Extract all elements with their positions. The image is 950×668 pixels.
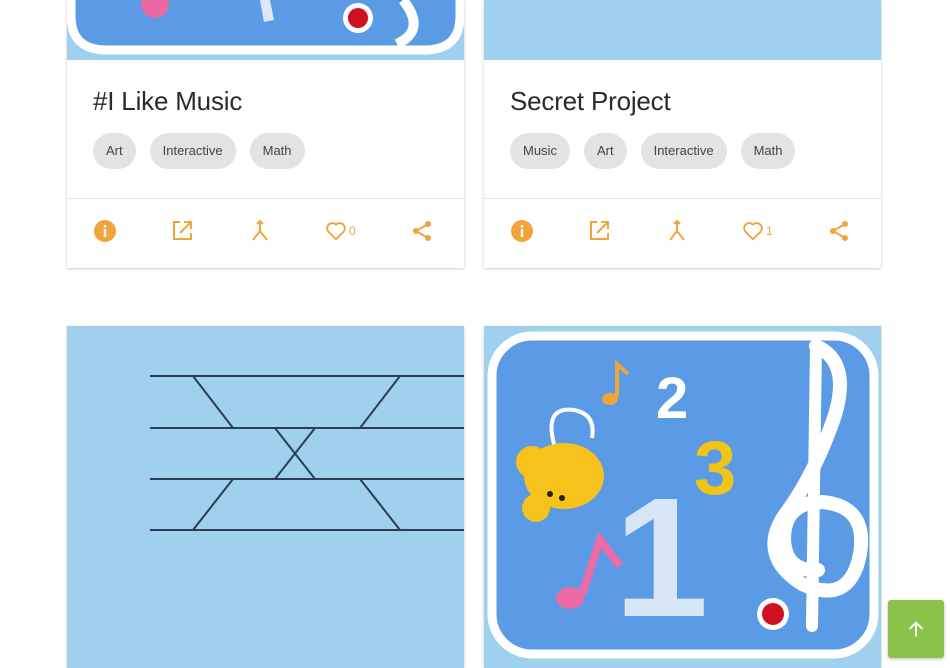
card-divider (67, 198, 464, 199)
share-icon (830, 221, 848, 241)
info-button[interactable] (510, 214, 534, 248)
share-button[interactable] (828, 214, 850, 248)
tag-list: Art Interactive Math (93, 133, 305, 169)
arrow-up-icon (908, 621, 924, 637)
project-card: Secret Project Music Art Interactive Mat… (484, 0, 881, 268)
thumbnail-number: 2 (656, 366, 688, 431)
tag-list: Music Art Interactive Math (510, 133, 796, 169)
project-title[interactable]: #I Like Music (93, 86, 242, 117)
tag-chip[interactable]: Art (93, 133, 136, 169)
open-project-button[interactable] (587, 214, 611, 248)
heart-icon (743, 222, 763, 241)
remix-button[interactable] (249, 214, 271, 248)
tag-chip[interactable]: Interactive (640, 133, 727, 169)
project-thumbnail[interactable] (67, 0, 464, 60)
open-external-icon (590, 221, 609, 240)
remix-icon (669, 219, 685, 241)
project-thumbnail[interactable] (484, 0, 881, 60)
like-button[interactable]: 0 (325, 214, 356, 248)
info-button[interactable] (93, 214, 117, 248)
card-actions: 0 (67, 214, 464, 248)
heart-icon (326, 222, 346, 241)
like-button[interactable]: 1 (742, 214, 773, 248)
tag-chip[interactable]: Art (583, 133, 627, 169)
project-title[interactable]: Secret Project (510, 86, 671, 117)
card-actions: 1 (484, 214, 881, 248)
tag-chip[interactable]: Interactive (149, 133, 236, 169)
thumbnail-number: 1 (614, 463, 709, 653)
tag-chip[interactable]: Music (510, 133, 570, 169)
card-divider (484, 198, 881, 199)
remix-button[interactable] (666, 214, 688, 248)
tag-chip[interactable]: Math (249, 133, 305, 169)
share-icon (413, 221, 431, 241)
project-thumbnail[interactable]: 2 3 1 (484, 326, 881, 668)
tag-chip[interactable]: Math (740, 133, 796, 169)
remix-icon (252, 219, 268, 241)
info-icon (511, 220, 533, 242)
open-external-icon (173, 221, 192, 240)
scroll-to-top-button[interactable] (888, 600, 944, 658)
info-icon (94, 220, 116, 242)
open-project-button[interactable] (170, 214, 194, 248)
share-button[interactable] (411, 214, 433, 248)
project-card: #I Like Music Art Interactive Math 0 (67, 0, 464, 268)
like-count: 0 (349, 224, 356, 238)
like-count: 1 (766, 224, 773, 238)
project-thumbnail[interactable] (67, 326, 464, 668)
